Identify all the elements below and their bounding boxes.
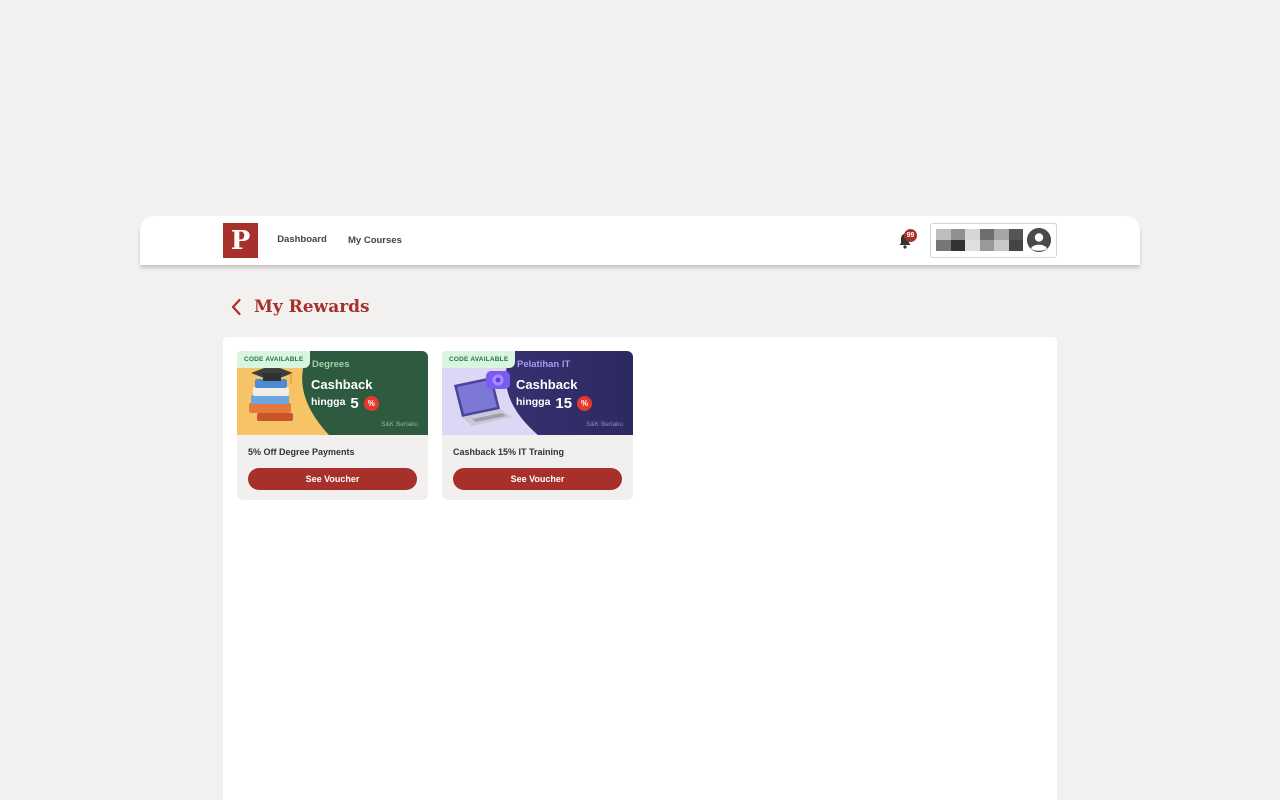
voucher-category: Degrees bbox=[312, 359, 350, 370]
voucher-category: Pelatihan IT bbox=[517, 359, 571, 370]
nav-my-courses[interactable]: My Courses bbox=[348, 216, 402, 265]
username-redacted bbox=[936, 229, 1023, 251]
page-header: My Rewards bbox=[230, 296, 370, 318]
rewards-panel: CODE AVAILABLE Degrees Cashback hingga 5… bbox=[223, 337, 1057, 800]
see-voucher-button[interactable]: See Voucher bbox=[453, 468, 622, 490]
voucher-card-it-training: CODE AVAILABLE Pelatihan IT Cashback hin… bbox=[442, 351, 633, 500]
notification-badge: 99 bbox=[904, 229, 917, 242]
voucher-headline: Cashback bbox=[516, 377, 578, 392]
logo-letter: P bbox=[230, 225, 251, 256]
top-navbar: P Dashboard My Courses 99 bbox=[140, 216, 1140, 265]
nav-dashboard[interactable]: Dashboard bbox=[272, 216, 332, 265]
chevron-left-icon[interactable] bbox=[230, 296, 244, 318]
voucher-banner-degrees: CODE AVAILABLE Degrees Cashback hingga 5… bbox=[237, 351, 428, 435]
voucher-banner-it: CODE AVAILABLE Pelatihan IT Cashback hin… bbox=[442, 351, 633, 435]
voucher-title: 5% Off Degree Payments bbox=[248, 447, 355, 457]
page-title: My Rewards bbox=[254, 297, 370, 317]
voucher-amount-line: hingga 5 % bbox=[311, 393, 379, 412]
voucher-prefix: hingga bbox=[516, 396, 551, 408]
app-logo[interactable]: P bbox=[223, 223, 258, 258]
voucher-card-degrees: CODE AVAILABLE Degrees Cashback hingga 5… bbox=[237, 351, 428, 500]
see-voucher-button[interactable]: See Voucher bbox=[248, 468, 417, 490]
voucher-amount-line: hingga 15 % bbox=[516, 393, 593, 412]
code-available-tag: CODE AVAILABLE bbox=[237, 351, 311, 368]
avatar[interactable] bbox=[1027, 228, 1051, 252]
terms-text: S&K Berlaku bbox=[381, 421, 418, 428]
voucher-headline: Cashback bbox=[311, 377, 373, 392]
voucher-amount: 5 bbox=[350, 395, 359, 412]
code-available-tag: CODE AVAILABLE bbox=[442, 351, 516, 368]
user-menu[interactable] bbox=[930, 223, 1057, 258]
percent-badge: % bbox=[363, 396, 379, 411]
voucher-amount: 15 bbox=[555, 395, 573, 412]
voucher-prefix: hingga bbox=[311, 396, 346, 408]
terms-text: S&K Berlaku bbox=[586, 421, 623, 428]
voucher-title: Cashback 15% IT Training bbox=[453, 447, 565, 457]
